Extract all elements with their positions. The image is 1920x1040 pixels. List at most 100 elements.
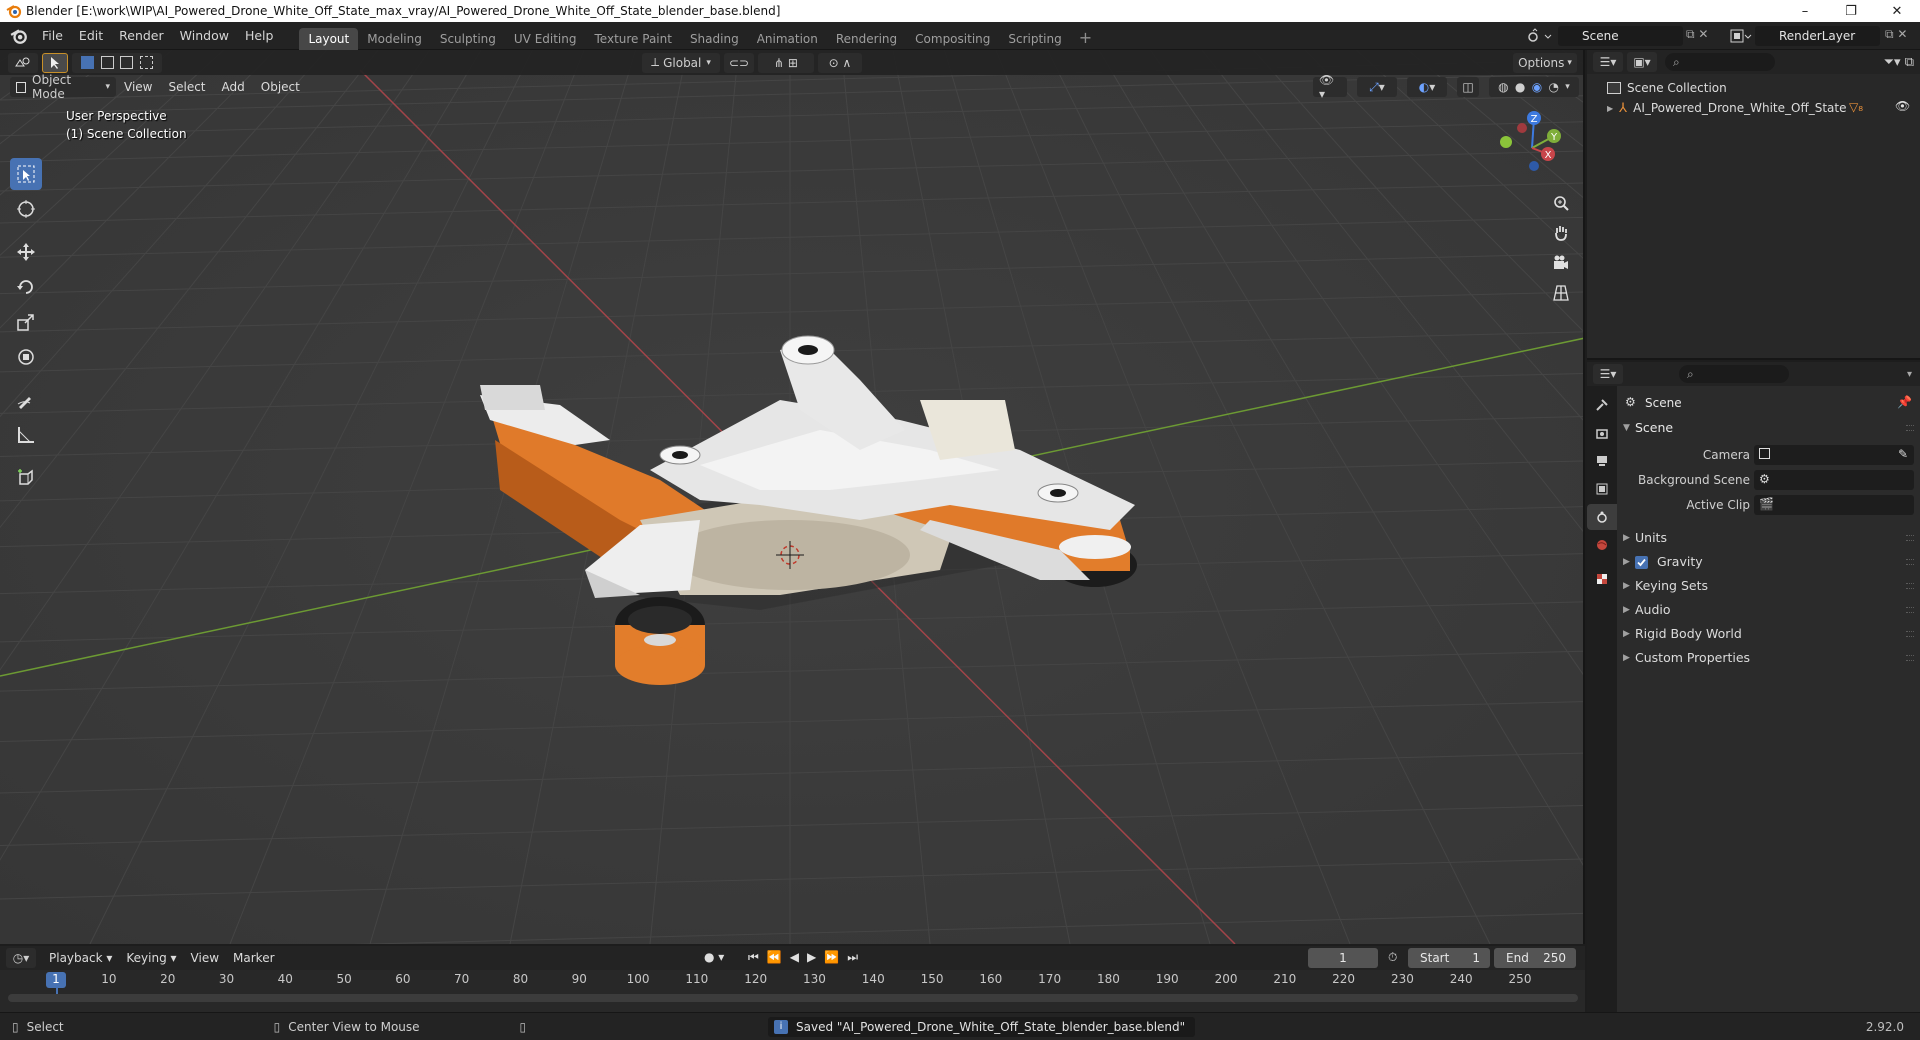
menu-add[interactable]: Add bbox=[214, 80, 253, 94]
scene-name-field[interactable]: Scene bbox=[1558, 26, 1683, 46]
panel-drag-handle[interactable] bbox=[1906, 631, 1914, 637]
outliner-search-input[interactable]: ⌕ bbox=[1665, 53, 1775, 71]
outliner-item-drone[interactable]: ▶ ⅄ AI_Powered_Drone_White_Off_State ▽₈ … bbox=[1587, 98, 1920, 118]
panel-drag-handle[interactable] bbox=[1906, 607, 1914, 613]
camera-view-icon[interactable] bbox=[1548, 250, 1574, 276]
panel-keying-sets-header[interactable]: ▶ Keying Sets bbox=[1617, 574, 1920, 598]
selection-mode-group[interactable] bbox=[72, 52, 162, 73]
tab-layout[interactable]: Layout bbox=[299, 27, 359, 50]
timeline-ruler[interactable]: 1 10 20 30 40 50 60 70 80 90 100 110 120 130 140 150 160… bbox=[0, 970, 1585, 996]
wireframe-shading-icon[interactable]: ◍ bbox=[1498, 80, 1508, 94]
eye-visibility-icon[interactable]: 👁 bbox=[1895, 99, 1910, 113]
expand-arrow-icon[interactable]: ▶ bbox=[1607, 104, 1613, 113]
pin-icon[interactable]: 📌 bbox=[1897, 395, 1912, 409]
tool-tab-icon[interactable] bbox=[1587, 392, 1617, 418]
active-clip-field[interactable]: 🎬 bbox=[1754, 495, 1914, 515]
tab-modeling[interactable]: Modeling bbox=[358, 28, 431, 50]
annotate-tool[interactable] bbox=[10, 384, 42, 416]
tab-uv-editing[interactable]: UV Editing bbox=[505, 28, 586, 50]
options-dropdown[interactable]: Options ▾ bbox=[1513, 52, 1577, 73]
panel-rigid-body-header[interactable]: ▶ Rigid Body World bbox=[1617, 622, 1920, 646]
scene-actions[interactable]: ⧉ ✕ bbox=[1686, 27, 1726, 45]
render-tab-icon[interactable] bbox=[1587, 420, 1617, 446]
menu-window[interactable]: Window bbox=[172, 22, 237, 50]
next-keyframe-icon[interactable]: ⏩ bbox=[824, 950, 839, 965]
prev-keyframe-icon[interactable]: ⏪ bbox=[767, 950, 782, 965]
scene-selector-icon[interactable] bbox=[1525, 27, 1555, 45]
world-tab-icon[interactable] bbox=[1587, 532, 1617, 558]
tab-sculpting[interactable]: Sculpting bbox=[431, 28, 505, 50]
tab-scripting[interactable]: Scripting bbox=[999, 28, 1070, 50]
panel-drag-handle[interactable] bbox=[1906, 535, 1914, 541]
panel-drag-handle[interactable] bbox=[1906, 559, 1914, 565]
display-mode-icon[interactable]: ▣▾ bbox=[1627, 52, 1657, 72]
properties-editor-type-icon[interactable]: ☰▾ bbox=[1593, 364, 1623, 384]
tab-rendering[interactable]: Rendering bbox=[827, 28, 906, 50]
tab-animation[interactable]: Animation bbox=[748, 28, 827, 50]
pan-hand-icon[interactable] bbox=[1548, 220, 1574, 246]
menu-file[interactable]: File bbox=[34, 22, 71, 50]
play-icon[interactable]: ▶ bbox=[807, 950, 816, 965]
select-box-tool[interactable] bbox=[10, 158, 42, 190]
background-scene-field[interactable]: ⚙ bbox=[1754, 470, 1914, 490]
menu-select[interactable]: Select bbox=[160, 80, 213, 94]
current-frame-field[interactable]: 1 bbox=[1308, 948, 1378, 968]
gravity-checkbox[interactable] bbox=[1635, 556, 1648, 569]
shading-mode-group[interactable]: ◍ ● ◉ ◔ ▾ bbox=[1489, 77, 1579, 97]
texture-tab-icon[interactable] bbox=[1587, 566, 1617, 592]
menu-edit[interactable]: Edit bbox=[71, 22, 111, 50]
material-shading-icon[interactable]: ◉ bbox=[1532, 80, 1542, 94]
panel-scene-header[interactable]: ▼ Scene bbox=[1617, 416, 1920, 440]
rendered-shading-icon[interactable]: ◔ bbox=[1548, 80, 1558, 94]
play-reverse-icon[interactable]: ◀ bbox=[790, 950, 799, 965]
end-frame-field[interactable]: End 250 bbox=[1494, 948, 1576, 968]
panel-units-header[interactable]: ▶ Units bbox=[1617, 526, 1920, 550]
snapping-icon[interactable]: ⋔ ⊞ bbox=[758, 52, 814, 73]
add-workspace-icon[interactable]: + bbox=[1071, 28, 1100, 47]
scene-collection-row[interactable]: Scene Collection bbox=[1587, 78, 1920, 98]
pivot-point-icon[interactable]: ⊂⊃ bbox=[724, 52, 754, 73]
zoom-icon[interactable] bbox=[1548, 190, 1574, 216]
start-frame-field[interactable]: Start 1 bbox=[1408, 948, 1490, 968]
mode-dropdown[interactable]: Object Mode ▾ bbox=[10, 73, 116, 101]
panel-drag-handle[interactable] bbox=[1906, 425, 1914, 431]
stopwatch-icon[interactable]: ⏱ bbox=[1388, 950, 1397, 965]
menu-playback[interactable]: Playback ▾ bbox=[42, 951, 119, 965]
chevron-down-icon[interactable]: ▾ bbox=[1565, 82, 1570, 92]
visibility-icon[interactable]: 👁 ▾ bbox=[1313, 73, 1347, 101]
view-layer-actions[interactable]: ⧉ ✕ bbox=[1885, 27, 1917, 45]
transform-tool[interactable] bbox=[10, 341, 42, 373]
select-extend-icon[interactable] bbox=[100, 56, 114, 69]
navigation-gizmo[interactable]: Z Y X bbox=[1490, 108, 1570, 188]
view-layer-field[interactable]: RenderLayer bbox=[1755, 26, 1880, 46]
measure-tool[interactable] bbox=[10, 419, 42, 451]
scale-tool[interactable] bbox=[10, 306, 42, 338]
tab-texture-paint[interactable]: Texture Paint bbox=[586, 28, 681, 50]
solid-shading-icon[interactable]: ● bbox=[1515, 80, 1525, 94]
select-tool-icon[interactable] bbox=[42, 52, 68, 73]
panel-drag-handle[interactable] bbox=[1906, 655, 1914, 661]
properties-search-input[interactable]: ⌕ bbox=[1679, 365, 1789, 383]
record-keyframe-icon[interactable]: ● ▾ bbox=[704, 950, 724, 964]
menu-object[interactable]: Object bbox=[253, 80, 308, 94]
maximize-button[interactable]: ❐ bbox=[1828, 0, 1874, 22]
view-layer-icon[interactable] bbox=[1728, 27, 1754, 45]
tab-shading[interactable]: Shading bbox=[681, 28, 748, 50]
menu-render[interactable]: Render bbox=[111, 22, 172, 50]
overlays-toggle-icon[interactable]: ◐ ▾ bbox=[1407, 77, 1447, 97]
neg-z-axis-icon[interactable] bbox=[1529, 161, 1539, 171]
xray-toggle-icon[interactable]: ◫ bbox=[1457, 77, 1479, 97]
menu-marker[interactable]: Marker bbox=[226, 951, 281, 965]
editor-type-icon[interactable] bbox=[8, 52, 38, 73]
panel-audio-header[interactable]: ▶ Audio bbox=[1617, 598, 1920, 622]
proportional-editing-icon[interactable]: ⊙ ∧ bbox=[818, 52, 862, 73]
rotate-tool[interactable] bbox=[10, 271, 42, 303]
neg-x-axis-icon[interactable] bbox=[1517, 123, 1527, 133]
filter-icon[interactable]: ⏷▾ ⧉ bbox=[1884, 55, 1914, 70]
eyedropper-icon[interactable]: ✎ bbox=[1898, 447, 1908, 461]
select-new-icon[interactable] bbox=[81, 56, 95, 69]
cursor-tool[interactable] bbox=[10, 193, 42, 225]
perspective-toggle-icon[interactable] bbox=[1548, 280, 1574, 306]
close-button[interactable]: ✕ bbox=[1874, 0, 1920, 22]
minimize-button[interactable]: – bbox=[1782, 0, 1828, 22]
